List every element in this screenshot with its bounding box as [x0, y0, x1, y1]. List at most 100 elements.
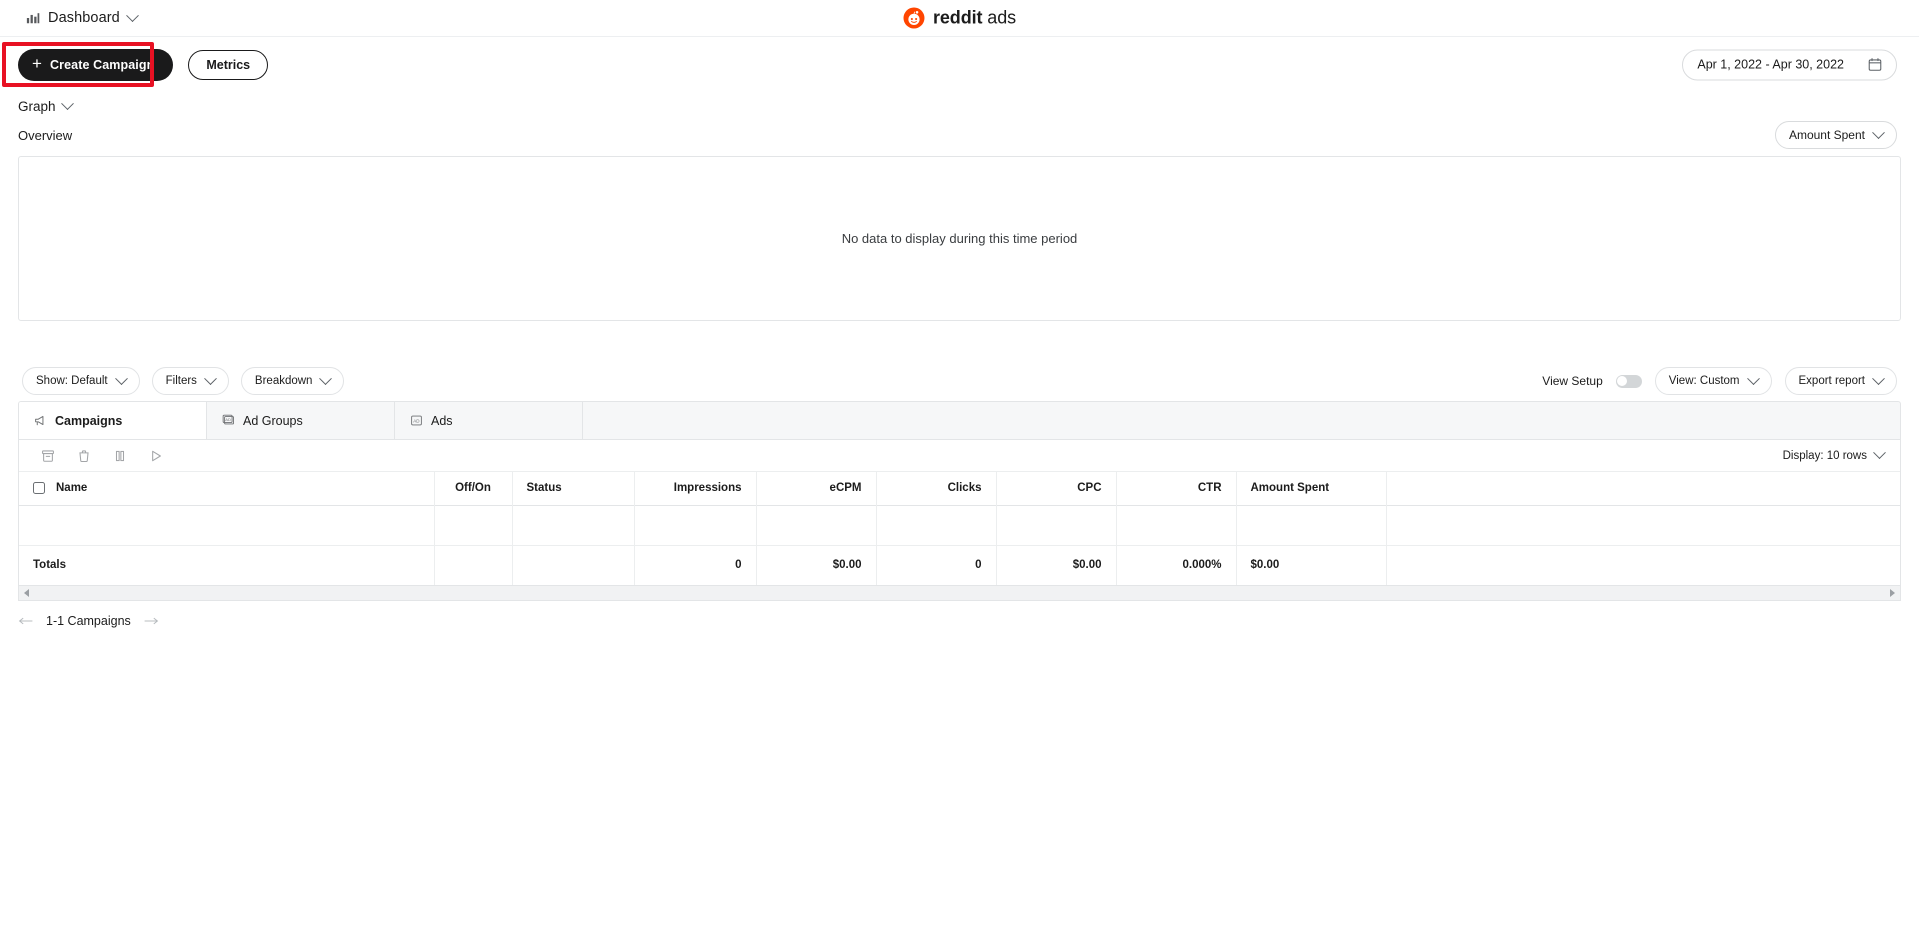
arrow-right-icon[interactable]: [143, 616, 159, 626]
column-header-off-on[interactable]: Off/On: [434, 472, 513, 505]
filters-dropdown[interactable]: Filters: [151, 367, 229, 395]
chevron-down-icon: [114, 371, 128, 385]
view-setup-label: View Setup: [1542, 374, 1603, 388]
metric-selector-label: Amount Spent: [1788, 128, 1865, 142]
column-header-ecpm[interactable]: eCPM: [756, 472, 877, 505]
metrics-label: Metrics: [206, 57, 251, 72]
action-bar: + Create Campaign Metrics Apr 1, 2022 - …: [0, 36, 1919, 92]
calendar-icon: [1868, 58, 1882, 71]
totals-impressions: 0: [634, 545, 757, 585]
export-report-label: Export report: [1798, 375, 1865, 387]
totals-row: Totals 0 $0.00 0 $0.00 0.000% $0.00: [19, 545, 1900, 585]
pause-icon[interactable]: [113, 449, 127, 463]
empty-cell-cpc: [996, 505, 1117, 546]
tab-ad-groups-label: Ad Groups: [243, 413, 303, 428]
tab-campaigns-label: Campaigns: [55, 413, 123, 428]
show-default-dropdown[interactable]: Show: Default: [22, 367, 140, 395]
display-rows-label: Display: 10 rows: [1782, 449, 1867, 462]
select-all-checkbox[interactable]: [33, 482, 45, 495]
column-header-clicks[interactable]: Clicks: [876, 472, 997, 505]
brand-name: reddit ads: [933, 8, 1016, 29]
empty-cell-amount-spent: [1236, 505, 1387, 546]
totals-ctr: 0.000%: [1116, 545, 1237, 585]
dashboard-nav-button[interactable]: Dashboard: [0, 8, 139, 26]
date-range-value: Apr 1, 2022 - Apr 30, 2022: [1697, 57, 1844, 72]
chevron-down-icon: [125, 8, 139, 22]
chevron-down-icon: [1746, 371, 1760, 385]
tab-ad-groups[interactable]: AD Ad Groups: [207, 402, 395, 439]
campaigns-table: Name Off/On Status Impressions eCPM Clic…: [19, 472, 1900, 585]
graph-section-toggle[interactable]: Graph: [0, 92, 1919, 114]
empty-cell-off-on: [434, 505, 513, 546]
chevron-down-icon: [1872, 371, 1885, 385]
breakdown-dropdown[interactable]: Breakdown: [240, 367, 345, 395]
table-header-row: Name Off/On Status Impressions eCPM Clic…: [19, 472, 1900, 505]
column-header-amount-spent[interactable]: Amount Spent: [1236, 472, 1387, 505]
create-campaign-button[interactable]: + Create Campaign: [18, 48, 174, 81]
column-header-ctr[interactable]: CTR: [1116, 472, 1237, 505]
metrics-button[interactable]: Metrics: [188, 49, 269, 80]
table-head: Name Off/On Status Impressions eCPM Clic…: [19, 472, 1900, 505]
column-header-status[interactable]: Status: [512, 472, 635, 505]
scroll-right-arrow-icon[interactable]: [1890, 589, 1895, 597]
tab-campaigns[interactable]: Campaigns: [19, 402, 207, 439]
filters-toolbar-right: View Setup View: Custom Export report: [1542, 367, 1897, 395]
pagination-range-label: 1-1 Campaigns: [46, 614, 131, 628]
totals-spacer: [1386, 545, 1900, 585]
column-header-cpc[interactable]: CPC: [996, 472, 1117, 505]
empty-cell-spacer: [1386, 505, 1900, 546]
column-header-name[interactable]: Name: [19, 472, 435, 505]
reddit-snoo-icon: [902, 7, 924, 29]
column-header-impressions[interactable]: Impressions: [634, 472, 757, 505]
ad-group-icon: AD: [222, 414, 234, 425]
display-rows-dropdown[interactable]: Display: 10 rows: [1782, 446, 1886, 462]
dashboard-nav-label: Dashboard: [48, 10, 120, 26]
brand-name-light: ads: [982, 7, 1017, 28]
archive-icon[interactable]: [41, 449, 55, 463]
svg-text:AD: AD: [413, 419, 420, 424]
arrow-left-icon[interactable]: [18, 616, 34, 626]
play-icon[interactable]: [149, 449, 163, 463]
totals-amount-spent: $0.00: [1236, 545, 1387, 585]
empty-cell-ctr: [1116, 505, 1237, 546]
tab-ads-label: Ads: [431, 413, 453, 428]
horizontal-scrollbar[interactable]: [18, 586, 1901, 601]
view-custom-label: View: Custom: [1668, 375, 1740, 387]
table-row: [19, 505, 1900, 546]
empty-cell-clicks: [876, 505, 997, 546]
graph-panel: No data to display during this time peri…: [18, 156, 1901, 321]
view-custom-dropdown[interactable]: View: Custom: [1654, 367, 1772, 395]
totals-ecpm: $0.00: [756, 545, 877, 585]
totals-status: [512, 545, 635, 585]
bar-chart-icon: [26, 13, 40, 24]
view-setup-toggle[interactable]: [1615, 374, 1642, 388]
date-range-picker[interactable]: Apr 1, 2022 - Apr 30, 2022: [1682, 49, 1897, 80]
scroll-left-arrow-icon[interactable]: [24, 589, 29, 597]
totals-clicks: 0: [876, 545, 997, 585]
brand-name-bold: reddit: [932, 7, 983, 28]
campaigns-table-container: Display: 10 rows Name Off/On Status Impr…: [18, 439, 1901, 586]
svg-text:AD: AD: [225, 417, 231, 422]
graph-section-label: Graph: [18, 99, 56, 114]
overview-label: Overview: [18, 127, 73, 143]
filters-label: Filters: [165, 375, 197, 387]
column-header-name-label: Name: [56, 482, 88, 495]
export-report-dropdown[interactable]: Export report: [1784, 367, 1897, 395]
chevron-down-icon: [319, 371, 333, 385]
overview-row: Overview Amount Spent: [0, 114, 1919, 156]
metric-selector-dropdown[interactable]: Amount Spent: [1774, 121, 1897, 149]
trash-icon[interactable]: [77, 449, 91, 463]
megaphone-icon: [35, 415, 44, 426]
show-default-label: Show: Default: [36, 375, 108, 387]
graph-empty-message: No data to display during this time peri…: [841, 231, 1078, 246]
column-header-spacer: [1386, 472, 1900, 505]
chevron-down-icon: [60, 97, 74, 111]
tab-ads[interactable]: AD Ads: [395, 402, 583, 439]
chevron-down-icon: [1873, 446, 1886, 460]
chevron-down-icon: [204, 371, 217, 385]
filters-toolbar: Show: Default Filters Breakdown View Set…: [0, 361, 1919, 401]
table-body: Totals 0 $0.00 0 $0.00 0.000% $0.00: [19, 505, 1900, 585]
totals-cpc: $0.00: [996, 545, 1117, 585]
totals-label: Totals: [19, 545, 435, 585]
empty-cell-impressions: [634, 505, 757, 546]
